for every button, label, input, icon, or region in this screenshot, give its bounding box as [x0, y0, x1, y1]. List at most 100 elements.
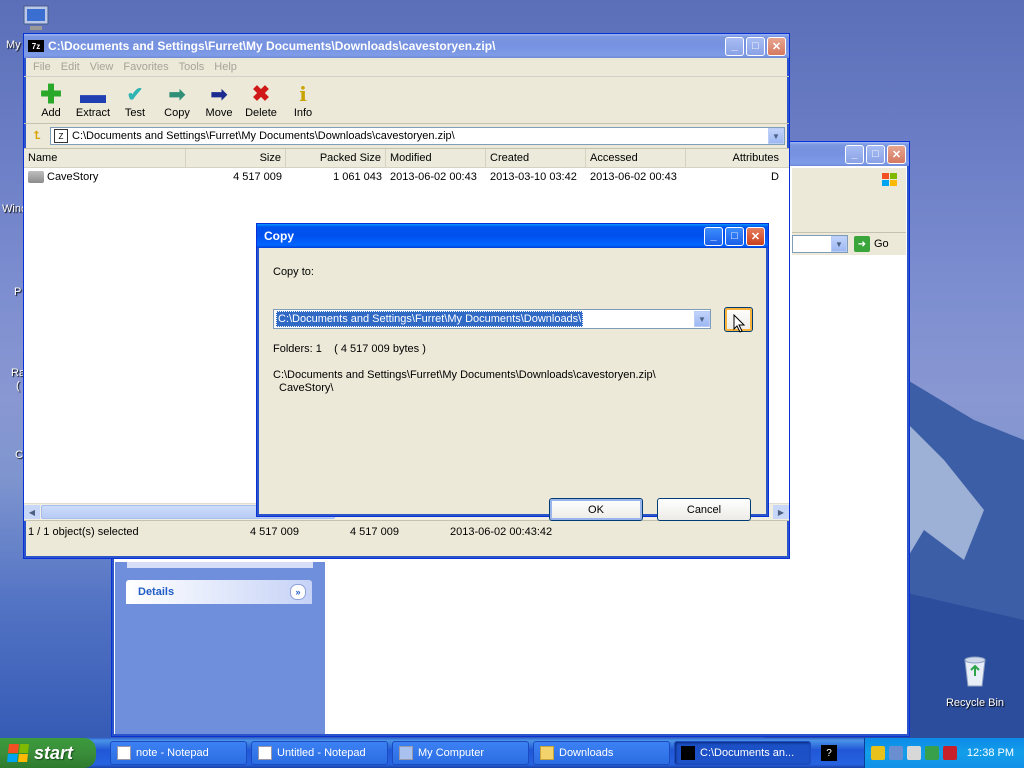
destination-combobox[interactable]: C:\Documents and Settings\Furret\My Docu…	[273, 309, 711, 329]
copy-button[interactable]: ➡ Copy	[156, 81, 198, 123]
col-packed-size[interactable]: Packed Size	[286, 149, 386, 167]
desktop-label-fragment: My	[6, 39, 21, 51]
cell-accessed: 2013-06-02 00:43	[590, 171, 677, 183]
copy-label: Copy	[164, 107, 190, 119]
chevron-down-icon[interactable]: ▼	[694, 311, 710, 327]
maximize-button[interactable]: □	[866, 144, 885, 164]
col-attributes[interactable]: Attributes	[686, 149, 783, 167]
close-button[interactable]: ✕	[887, 144, 906, 164]
task-label: My Computer	[418, 747, 485, 759]
go-button[interactable]: ➜ Go	[854, 236, 889, 252]
cell-size: 4 517 009	[233, 171, 282, 183]
folder-icon	[28, 171, 44, 183]
test-label: Test	[124, 107, 146, 119]
help-icon[interactable]: ?	[821, 745, 837, 761]
window-title: C:\Documents and Settings\Furret\My Docu…	[48, 39, 496, 53]
antivirus-icon[interactable]	[942, 746, 957, 760]
source-path: C:\Documents and Settings\Furret\My Docu…	[273, 369, 656, 381]
menu-view[interactable]: View	[85, 61, 119, 73]
computer-icon	[399, 746, 413, 760]
recycle-bin-desktop-icon[interactable]: Recycle Bin	[940, 654, 1010, 709]
col-accessed[interactable]: Accessed	[586, 149, 686, 167]
zip-titlebar[interactable]: 7z C:\Documents and Settings\Furret\My D…	[24, 34, 789, 58]
7zip-app-icon	[681, 746, 695, 760]
start-label: start	[34, 742, 74, 763]
up-folder-icon[interactable]: ⮤	[28, 128, 46, 144]
maximize-button[interactable]: □	[746, 36, 765, 56]
desktop-label-fragment: C	[15, 449, 23, 461]
info-icon: i	[299, 82, 307, 106]
security-shield-icon[interactable]	[870, 746, 885, 760]
move-label: Move	[205, 107, 233, 119]
move-button[interactable]: ➡ Move	[198, 81, 240, 123]
menu-favorites[interactable]: Favorites	[118, 61, 173, 73]
system-tray: 12:38 PM	[864, 738, 1024, 768]
menu-tools[interactable]: Tools	[174, 61, 210, 73]
delete-button[interactable]: ✖ Delete	[240, 81, 282, 123]
minimize-button[interactable]: _	[725, 36, 744, 56]
minimize-button[interactable]: _	[704, 226, 723, 246]
cell-name: CaveStory	[24, 171, 186, 183]
taskbar-item-my-computer[interactable]: My Computer	[392, 741, 529, 765]
windows-logo-icon	[882, 173, 897, 186]
ok-button[interactable]: OK	[549, 498, 643, 521]
scroll-left-icon[interactable]: ◀	[24, 505, 40, 519]
details-panel-header[interactable]: Details »	[126, 580, 312, 604]
browse-button[interactable]	[724, 307, 753, 333]
pane-panel-edge	[127, 562, 313, 568]
test-button[interactable]: ✔ Test	[114, 81, 156, 123]
menu-help[interactable]: Help	[209, 61, 242, 73]
menu-edit[interactable]: Edit	[56, 61, 85, 73]
extract-button[interactable]: ▬ Extract	[72, 79, 114, 123]
cell-attributes: D	[771, 171, 779, 183]
dialog-title: Copy	[264, 229, 294, 243]
taskbar-item-downloads[interactable]: Downloads	[533, 741, 670, 765]
destination-value[interactable]: C:\Documents and Settings\Furret\My Docu…	[276, 311, 584, 327]
minimize-button[interactable]: _	[845, 144, 864, 164]
folder-icon	[540, 746, 554, 760]
address-bar: ⮤ Z C:\Documents and Settings\Furret\My …	[24, 124, 789, 149]
delete-icon: ✖	[251, 81, 271, 106]
chevron-down-icon[interactable]: ▼	[831, 236, 847, 252]
chevron-down-icon[interactable]: »	[290, 584, 306, 600]
go-arrow-icon: ➜	[854, 236, 870, 252]
taskbar: start note - Notepad Untitled - Notepad …	[0, 738, 1024, 768]
computer-icon	[23, 5, 49, 30]
explorer-address-input[interactable]: ▼	[792, 235, 848, 253]
menu-file[interactable]: File	[28, 61, 56, 73]
chevron-down-icon[interactable]: ▼	[768, 128, 784, 144]
explorer-menubar	[792, 168, 906, 192]
col-created[interactable]: Created	[486, 149, 586, 167]
col-modified[interactable]: Modified	[386, 149, 486, 167]
col-size[interactable]: Size	[186, 149, 286, 167]
taskbar-item-note-notepad[interactable]: note - Notepad	[110, 741, 247, 765]
taskbar-item-7zip[interactable]: C:\Documents an...	[674, 741, 811, 765]
status-size: 4 517 009	[250, 526, 299, 538]
close-button[interactable]: ✕	[746, 226, 765, 246]
windows-flag-icon	[7, 744, 29, 762]
7zip-app-icon: 7z	[28, 40, 44, 52]
recycle-bin-icon	[964, 656, 986, 687]
maximize-button[interactable]: □	[725, 226, 744, 246]
details-label: Details	[138, 586, 175, 598]
add-button[interactable]: ✚ Add	[30, 78, 72, 123]
address-input[interactable]: Z C:\Documents and Settings\Furret\My Do…	[50, 127, 785, 145]
volume-icon[interactable]	[906, 746, 921, 760]
delete-label: Delete	[245, 107, 277, 119]
source-item: CaveStory\	[279, 382, 334, 394]
cancel-button[interactable]: Cancel	[657, 498, 751, 521]
close-button[interactable]: ✕	[767, 36, 786, 56]
update-icon[interactable]	[924, 746, 939, 760]
taskbar-item-untitled-notepad[interactable]: Untitled - Notepad	[251, 741, 388, 765]
copy-dialog[interactable]: Copy _ □ ✕ Copy to: C:\Documents and Set…	[256, 223, 769, 521]
status-packed: 4 517 009	[350, 526, 399, 538]
desktop-label-fragment: P	[14, 286, 22, 298]
scroll-right-icon[interactable]: ▶	[773, 505, 789, 519]
add-icon: ✚	[40, 78, 62, 109]
network-icon[interactable]	[888, 746, 903, 760]
col-name[interactable]: Name	[24, 149, 186, 167]
table-row[interactable]: CaveStory 4 517 009 1 061 043 2013-06-02…	[24, 168, 789, 186]
copy-dialog-titlebar[interactable]: Copy _ □ ✕	[257, 224, 768, 248]
info-button[interactable]: i Info	[282, 81, 324, 123]
start-button[interactable]: start	[0, 738, 96, 768]
